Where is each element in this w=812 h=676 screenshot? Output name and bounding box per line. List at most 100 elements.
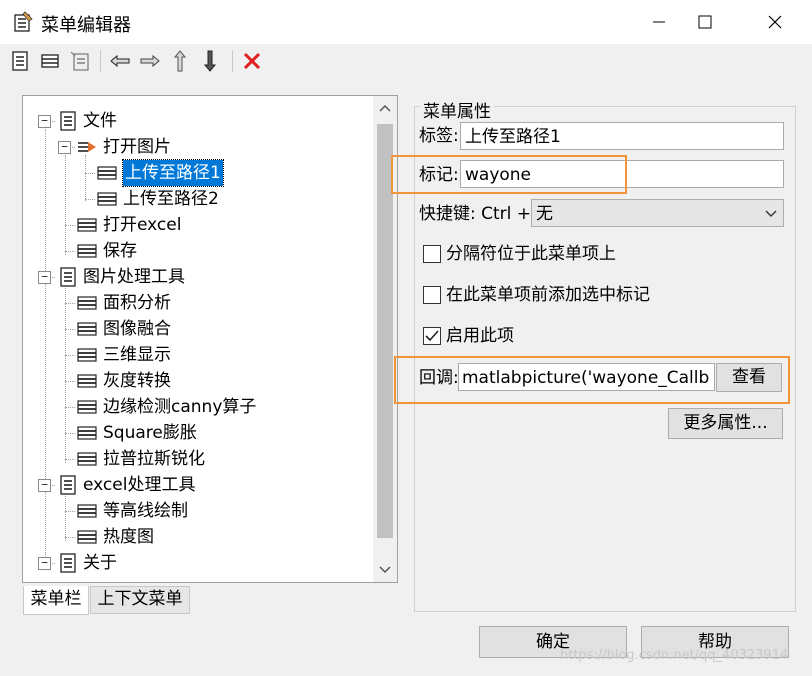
tree-item-label: 边缘检测canny算子 [103, 397, 257, 417]
chevron-down-icon [379, 566, 391, 574]
enable-checkbox-label: 启用此项 [446, 326, 514, 346]
menu-item-icon [77, 322, 97, 336]
tree-connector [65, 407, 75, 408]
tree-item-label: 等高线绘制 [103, 501, 188, 521]
tree-item[interactable]: 图像融合 [23, 316, 363, 342]
tree-item-label: excel处理工具 [83, 475, 196, 495]
tree-item-label: 灰度转换 [103, 371, 171, 391]
tree-collapse-toggle[interactable]: − [38, 271, 51, 284]
menu-item-icon [77, 400, 97, 414]
tree-item[interactable]: 边缘检测canny算子 [23, 394, 363, 420]
tree-item-label: 三维显示 [103, 345, 171, 365]
check-mark-checkbox[interactable] [423, 286, 441, 304]
tree-item-label: 关于 [83, 553, 117, 573]
tree-item[interactable]: 上传至路径1 [23, 159, 363, 187]
tree-item[interactable]: 三维显示 [23, 342, 363, 368]
arrow-down-icon [203, 50, 217, 72]
tree-item[interactable]: 等高线绘制 [23, 498, 363, 524]
arrow-left-icon [110, 54, 130, 68]
maximize-button[interactable] [682, 0, 728, 44]
menu-icon [60, 553, 76, 573]
menu-item-icon [97, 166, 117, 180]
tree-item[interactable]: 保存 [23, 238, 363, 264]
delete-button[interactable] [240, 48, 264, 74]
separator-checkbox-label: 分隔符位于此菜单项上 [446, 244, 616, 264]
menu-item-icon [77, 452, 97, 466]
move-left-button[interactable] [108, 48, 132, 74]
tree-item[interactable]: − excel处理工具 [23, 472, 363, 498]
menu-item-icon [77, 244, 97, 258]
accelerator-label: 快捷键: Ctrl + [419, 204, 532, 224]
tree-item-label: 图像融合 [103, 319, 171, 339]
scroll-up-button[interactable] [373, 96, 397, 120]
tab-menubar[interactable]: 菜单栏 [23, 586, 89, 615]
tree-item-label: 热度图 [103, 527, 154, 547]
menu-item-icon [77, 348, 97, 362]
tree-item[interactable]: − 关于 [23, 550, 363, 576]
check-mark-checkbox-label: 在此菜单项前添加选中标记 [446, 285, 650, 305]
tree-connector [65, 329, 75, 330]
move-up-button[interactable] [168, 48, 192, 74]
tree-item-label: Square膨胀 [103, 423, 197, 443]
tree-collapse-toggle[interactable]: − [38, 479, 51, 492]
menu-item-icon [77, 530, 97, 544]
menu-item-icon [77, 426, 97, 440]
menu-item-icon [97, 192, 117, 206]
tree-item[interactable]: − 打开图片 [23, 134, 363, 160]
menu-icon [60, 267, 76, 287]
tree-collapse-toggle[interactable]: − [58, 141, 71, 154]
menu-item-icon [77, 218, 97, 232]
tree-connector [65, 225, 75, 226]
minimize-icon [653, 21, 665, 23]
menu-tree[interactable]: − 文件 − 打开图片 上传至路径1 上传至路径2 打开excel 保存 − 图片处理工具面积分析… [22, 95, 398, 583]
tree-item[interactable]: 打开excel [23, 212, 363, 238]
enable-checkbox[interactable] [423, 327, 441, 345]
new-menu-item-button[interactable] [38, 48, 62, 74]
minimize-button[interactable] [636, 0, 682, 44]
label-input[interactable]: 上传至路径1 [460, 122, 784, 150]
toolbar-separator [232, 50, 233, 72]
tree-connector [65, 537, 75, 538]
toolbar-separator [100, 50, 101, 72]
tree-collapse-toggle[interactable]: − [38, 557, 51, 570]
tree-item-label: 图片处理工具 [83, 267, 185, 287]
chevron-down-icon [765, 210, 777, 217]
close-button[interactable] [752, 0, 798, 44]
label-field-label: 标签: [419, 126, 459, 146]
tree-item[interactable]: 面积分析 [23, 290, 363, 316]
tree-item-label: 上传至路径1 [122, 159, 224, 187]
tree-item[interactable]: − 文件 [23, 108, 363, 134]
arrow-right-icon [140, 54, 160, 68]
toolbar [0, 44, 812, 78]
tree-item[interactable]: − 图片处理工具 [23, 264, 363, 290]
maximize-icon [698, 15, 712, 29]
tree-collapse-toggle[interactable]: − [38, 115, 51, 128]
tree-connector [65, 433, 75, 434]
new-context-menu-icon [70, 51, 89, 71]
tree-connector [65, 459, 75, 460]
tag-highlight-box [391, 155, 627, 194]
move-right-button[interactable] [138, 48, 162, 74]
separator-checkbox[interactable] [423, 245, 441, 263]
close-icon [768, 15, 782, 29]
menu-item-icon [77, 504, 97, 518]
new-context-menu-button[interactable] [68, 48, 92, 74]
tree-connector [65, 381, 75, 382]
new-menu-button[interactable] [8, 48, 32, 74]
menu-icon [60, 475, 76, 495]
menu-item-icon [77, 296, 97, 310]
tree-item[interactable]: 灰度转换 [23, 368, 363, 394]
tab-context-menu[interactable]: 上下文菜单 [90, 586, 190, 614]
tree-item[interactable]: 热度图 [23, 524, 363, 550]
tree-connector [65, 511, 75, 512]
tree-item[interactable]: Square膨胀 [23, 420, 363, 446]
tree-connector [65, 355, 75, 356]
menu-properties-title: 菜单属性 [420, 97, 494, 122]
move-down-button[interactable] [198, 48, 222, 74]
scroll-down-button[interactable] [373, 558, 397, 582]
tree-item[interactable]: 拉普拉斯锐化 [23, 446, 363, 472]
more-properties-button[interactable]: 更多属性... [668, 408, 783, 439]
accelerator-select[interactable]: 无 [531, 199, 784, 227]
tree-item-label: 拉普拉斯锐化 [103, 449, 205, 469]
tree-item[interactable]: 上传至路径2 [23, 186, 363, 212]
